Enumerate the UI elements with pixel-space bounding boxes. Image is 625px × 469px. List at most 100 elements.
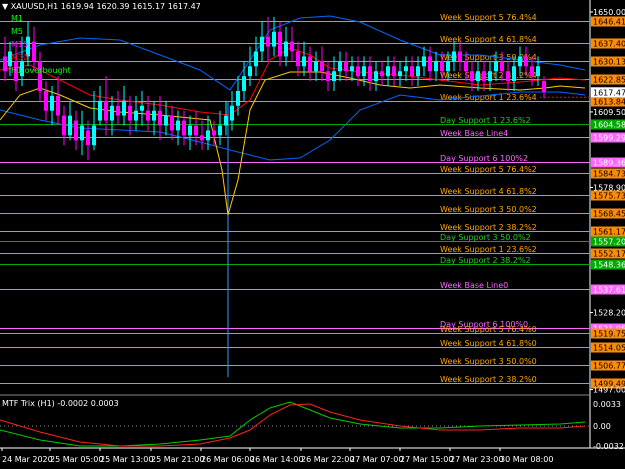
candle-body [488, 71, 492, 82]
support-level-label: Week Support 5 76.4%0 [440, 325, 537, 334]
candle-body [182, 120, 186, 136]
candle-body [224, 115, 228, 126]
candle-body [518, 56, 522, 67]
candle-body [428, 56, 432, 72]
ohlc-values: 1619.94 1620.39 1615.17 1617.47 [60, 2, 201, 11]
candle-body [464, 61, 468, 72]
price-tag-value: 1613.84 [593, 98, 625, 107]
time-axis-label: 25 Mar 21:00 [151, 455, 204, 464]
support-level-label: Week Support 1 23.6%2 [440, 245, 537, 254]
candle-body [104, 100, 108, 121]
support-level-label: Week Support 5 76.4%2 [440, 165, 537, 174]
price-tag-value: 1575.73 [593, 192, 625, 201]
candle-body [146, 110, 150, 121]
candle-body [236, 90, 240, 106]
candle-body [284, 41, 288, 57]
candle-body [254, 51, 258, 67]
candle-body [524, 56, 528, 67]
candle-body [164, 115, 168, 126]
support-level-label: Week Support 2 38.2%0 [440, 375, 537, 384]
candle-body [278, 31, 282, 57]
timeframe-label: H1 overbought [11, 66, 71, 75]
candle-body [44, 90, 48, 111]
support-level-label: Week Base Line4 [440, 129, 508, 138]
candle-body [422, 56, 426, 67]
candle-body [74, 120, 78, 141]
triangle-down-icon[interactable]: ▼ [2, 2, 8, 11]
price-tag-value: 1514.05 [593, 344, 625, 353]
price-tag-value: 1568.45 [593, 210, 625, 219]
candle-body [350, 66, 354, 72]
candle-body [356, 66, 360, 77]
candle-body [3, 56, 7, 72]
candle-body [332, 71, 336, 82]
trading-chart-window: Week Support 5 76.4%4 1646.41 Week Support… [0, 0, 625, 469]
candle-body [62, 115, 66, 136]
candle-body [512, 66, 516, 82]
candle-body [470, 71, 474, 82]
time-axis-label: 26 Mar 14:00 [250, 455, 303, 464]
price-axis-label: 1578.90 [593, 183, 625, 192]
price-tag-value: 1599.29 [593, 134, 625, 143]
candle-body [68, 115, 72, 136]
candle-body [302, 56, 306, 67]
candle-body [404, 66, 408, 72]
support-level-label: Week Support 3 50.0%2 [440, 205, 537, 214]
candle-body [452, 51, 456, 62]
candle-body [398, 71, 402, 77]
indicator-axis-label: -0.0032 [593, 442, 624, 451]
candle-body [344, 61, 348, 72]
candle-body [536, 66, 540, 77]
support-level-label: Week Support 4 61.8%0 [440, 339, 537, 348]
candle-body [440, 61, 444, 72]
candle-body [170, 115, 174, 131]
candle-body [296, 51, 300, 67]
candle-body [308, 56, 312, 72]
candle-body [194, 125, 198, 136]
chart-header: ▼ XAUUSD,H1 1619.94 1620.39 1615.17 1617… [2, 2, 201, 11]
price-tag-value: 1604.58 [593, 121, 625, 130]
candle-body [362, 66, 366, 77]
price-axis-label: 1528.20 [593, 309, 625, 318]
candle-body [86, 130, 90, 146]
price-tag-value: 1506.77 [593, 362, 625, 371]
candle-body [416, 66, 420, 77]
timeframe-label: M15 [11, 40, 29, 49]
price-tag-value: 1519.75 [593, 330, 625, 339]
candle-body [134, 110, 138, 121]
timeframe-label: M1 [11, 14, 23, 23]
candle-body [158, 110, 162, 126]
support-level-label: Day Support 6 100%2 [440, 154, 528, 163]
candle-body [200, 135, 204, 141]
price-tag-value: 1646.41 [593, 18, 625, 27]
candle-body [272, 31, 276, 47]
candle-body [248, 66, 252, 77]
candle-body [116, 105, 120, 116]
time-axis-label: 27 Mar 07:00 [350, 455, 403, 464]
support-level-label: Week Base Line0 [440, 281, 508, 290]
support-level-label: Week Support 2 38.2%2 [440, 223, 537, 232]
support-level-label: Week Support 4 61.8%4 [440, 35, 537, 44]
time-axis-label: 30 Mar 08:00 [500, 455, 553, 464]
time-axis-label: 25 Mar 05:00 [50, 455, 103, 464]
candle-body [326, 71, 330, 82]
candle-body [110, 105, 114, 121]
candle-body [494, 61, 498, 72]
candle-body [320, 61, 324, 72]
indicator-title: MTF Trix (H1) -0.0002 0.0003 [2, 399, 119, 408]
symbol-label: XAUUSD,H1 [10, 2, 59, 11]
candle-body [140, 105, 144, 111]
time-axis-label: 26 Mar 22:00 [301, 455, 354, 464]
price-tag-value: 1537.61 [593, 286, 625, 295]
candle-body [80, 125, 84, 141]
candle-body [338, 61, 342, 72]
candle-body [542, 81, 546, 93]
candle-body [92, 125, 96, 146]
current-price-value: 1617.47 [593, 88, 625, 97]
support-level-label: Day Support 2 38.2%2 [440, 256, 531, 265]
support-level-label: Week Support 4 61.8%2 [440, 187, 537, 196]
support-level-label: Week Support 1 23.6%4 [440, 93, 537, 102]
trix-line-green [0, 401, 586, 447]
candle-body [32, 41, 36, 62]
price-axis-label: 1609.50 [593, 108, 625, 117]
